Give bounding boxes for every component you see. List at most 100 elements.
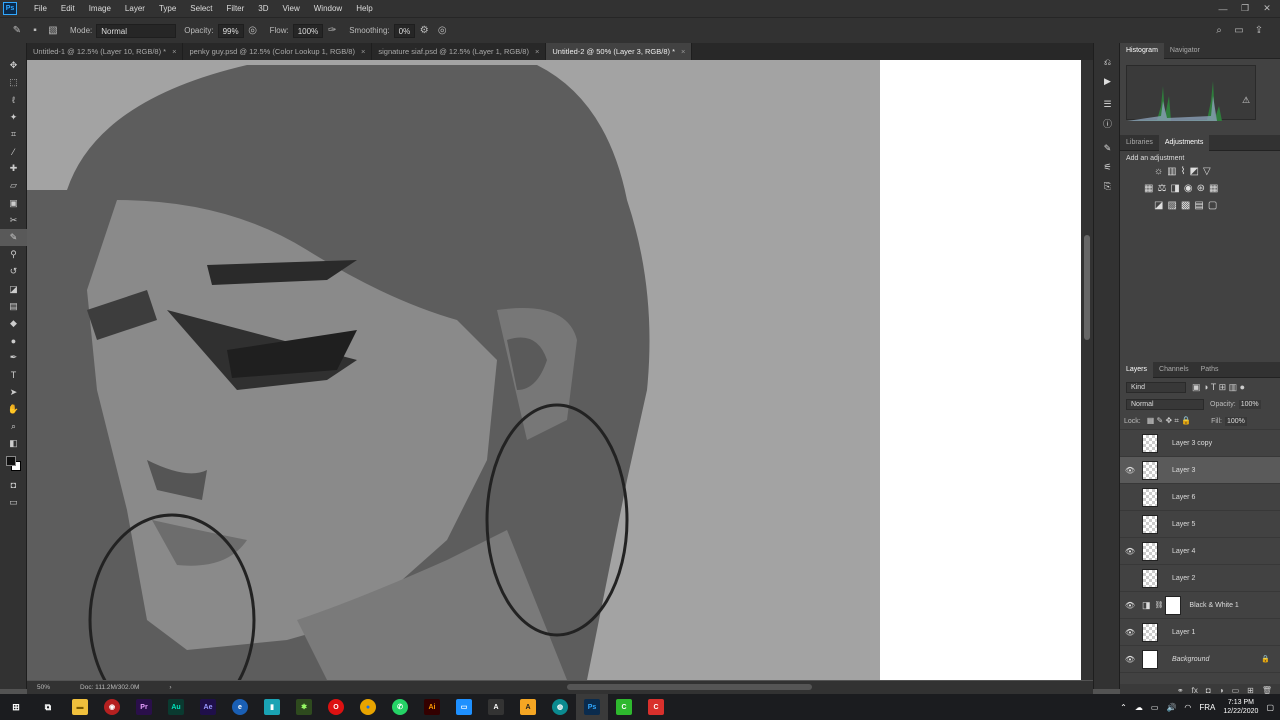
whatsapp-icon[interactable]: ✆ <box>384 694 416 720</box>
layer-row[interactable]: Layer 3 copy <box>1120 430 1280 457</box>
gradient-map-icon[interactable]: ▤ <box>1194 200 1203 211</box>
quick-mask-icon[interactable]: ◘ <box>0 476 27 493</box>
task-view-icon[interactable]: ⧉ <box>32 694 64 720</box>
close-icon[interactable]: × <box>681 47 685 56</box>
close-icon[interactable]: ✕ <box>1256 0 1278 17</box>
app-red-circle-icon[interactable]: ◉ <box>96 694 128 720</box>
layer-row[interactable]: 👁 ◨ ⛓ Black & White 1 <box>1120 592 1280 619</box>
lasso-tool-icon[interactable]: ℓ <box>0 91 27 108</box>
zoom-tool-icon[interactable]: ⌕ <box>0 418 27 435</box>
info-icon[interactable]: ⓘ <box>1094 114 1121 133</box>
edge-icon[interactable]: e <box>224 694 256 720</box>
layer-filter-kind[interactable]: Kind <box>1126 381 1186 393</box>
app-orange-icon[interactable]: A <box>512 694 544 720</box>
clock[interactable]: 7:13 PM 12/22/2020 <box>1223 698 1258 716</box>
screen-mode-icon[interactable]: ▭ <box>0 494 27 511</box>
brush-size-icon[interactable]: ▪ <box>26 22 44 40</box>
tab-histogram[interactable]: Histogram <box>1120 42 1164 59</box>
invert-icon[interactable]: ◪ <box>1154 200 1163 211</box>
gradient-tool-icon[interactable]: ▤ <box>0 298 27 315</box>
app-game-icon[interactable]: ✱ <box>288 694 320 720</box>
dodge-tool-icon[interactable]: ● <box>0 332 27 349</box>
flow-field[interactable]: 100% <box>292 23 324 38</box>
tool-presets-icon[interactable]: ⎘ <box>1094 177 1121 196</box>
menu-help[interactable]: Help <box>349 0 379 17</box>
hand-tool-icon[interactable]: ✋ <box>0 401 27 418</box>
channel-mixer-icon[interactable]: ⊛ <box>1197 183 1205 194</box>
brush-settings-icon[interactable]: ⚟ <box>1094 158 1121 177</box>
color-balance-icon[interactable]: ⚖ <box>1157 183 1166 194</box>
warning-icon[interactable]: ⚠ <box>1242 95 1250 106</box>
app-green-icon[interactable]: C <box>608 694 640 720</box>
pressure-opacity-icon[interactable]: ◎ <box>244 22 262 40</box>
tab-adjustments[interactable]: Adjustments <box>1158 134 1210 151</box>
illustrator-icon[interactable]: Ai <box>416 694 448 720</box>
layer-row[interactable]: 👁 Layer 4 <box>1120 538 1280 565</box>
path-select-tool-icon[interactable]: ➤ <box>0 384 27 401</box>
actions-icon[interactable]: ▶ <box>1094 72 1121 91</box>
pen-tool-icon[interactable]: ✒ <box>0 349 27 366</box>
tray-chevron-icon[interactable]: ⌃ <box>1120 703 1127 712</box>
close-icon[interactable]: × <box>361 47 365 56</box>
menu-file[interactable]: File <box>27 0 54 17</box>
menu-filter[interactable]: Filter <box>220 0 252 17</box>
type-tool-icon[interactable]: T <box>0 366 27 383</box>
menu-layer[interactable]: Layer <box>118 0 152 17</box>
network-icon[interactable]: ▭ <box>1151 703 1159 712</box>
close-icon[interactable]: × <box>535 47 539 56</box>
hue-saturation-icon[interactable]: ▦ <box>1144 183 1153 194</box>
cloud-icon[interactable]: ☁ <box>1135 703 1143 712</box>
tab-layers[interactable]: Layers <box>1120 361 1154 378</box>
posterize-icon[interactable]: ▨ <box>1167 200 1176 211</box>
color-swatches[interactable] <box>0 452 27 476</box>
layer-row[interactable]: 👁 Layer 3 <box>1120 457 1280 484</box>
app-blue-icon[interactable]: ▭ <box>448 694 480 720</box>
selective-color-icon[interactable]: ▢ <box>1208 200 1217 211</box>
brush-preset-icon[interactable]: ✎ <box>8 22 26 40</box>
audition-icon[interactable]: Au <box>160 694 192 720</box>
premiere-icon[interactable]: Pr <box>128 694 160 720</box>
app-red-icon[interactable]: C <box>640 694 672 720</box>
edge-new-icon[interactable]: ◍ <box>544 694 576 720</box>
default-colors-icon[interactable]: ◧ <box>0 435 27 452</box>
doc-tab[interactable]: Untitled-1 @ 12.5% (Layer 10, RGB/8) * × <box>27 43 184 60</box>
chrome-icon[interactable]: ● <box>352 694 384 720</box>
color-lookup-icon[interactable]: ▦ <box>1209 183 1218 194</box>
menu-select[interactable]: Select <box>183 0 219 17</box>
doc-size[interactable]: Doc: 111.2M/302.0M <box>80 684 139 691</box>
eye-icon[interactable]: 👁 <box>1120 547 1140 556</box>
fill-field[interactable]: 100% <box>1224 416 1247 426</box>
layer-row[interactable]: Layer 6 <box>1120 484 1280 511</box>
layer-opacity-field[interactable]: 100% <box>1238 400 1261 409</box>
smoothing-field[interactable]: 0% <box>393 23 416 38</box>
horizontal-scrollbar[interactable] <box>567 684 812 690</box>
curves-icon[interactable]: ⌇ <box>1181 166 1186 177</box>
menu-window[interactable]: Window <box>307 0 349 17</box>
brushes-icon[interactable]: ✎ <box>1094 139 1121 158</box>
vibrance-icon[interactable]: ▽ <box>1203 166 1211 177</box>
photoshop-taskbar-icon[interactable]: Ps <box>576 694 608 720</box>
brightness-icon[interactable]: ☼ <box>1154 166 1163 177</box>
zoom-level[interactable]: 50% <box>37 684 50 691</box>
eraser2-tool-icon[interactable]: ◪ <box>0 280 27 297</box>
layer-row[interactable]: 👁 Layer 1 <box>1120 619 1280 646</box>
brush-tool-icon[interactable]: ✎ <box>0 228 27 247</box>
marquee-tool-icon[interactable]: ⬚ <box>0 74 27 91</box>
opera-icon[interactable]: O <box>320 694 352 720</box>
scissors-tool-icon[interactable]: ✂ <box>0 212 27 229</box>
autocad-icon[interactable]: A <box>480 694 512 720</box>
file-explorer-icon[interactable]: ▬ <box>64 694 96 720</box>
eye-icon[interactable]: 👁 <box>1120 628 1140 637</box>
move-tool-icon[interactable]: ✥ <box>0 57 27 74</box>
eraser-tool-icon[interactable]: ▱ <box>0 177 27 194</box>
restore-icon[interactable]: ❐ <box>1234 0 1256 17</box>
tab-libraries[interactable]: Libraries <box>1120 135 1159 151</box>
crop-tool-icon[interactable]: ⌗ <box>0 126 27 143</box>
history-icon[interactable]: ⎌ <box>1094 53 1121 72</box>
doc-tab-active[interactable]: Untitled-2 @ 50% (Layer 3, RGB/8) * × <box>546 43 693 60</box>
app-teal-icon[interactable]: ▮ <box>256 694 288 720</box>
menu-type[interactable]: Type <box>152 0 183 17</box>
wifi-icon[interactable]: ◠ <box>1184 703 1191 712</box>
tab-channels[interactable]: Channels <box>1153 362 1195 378</box>
history-brush-tool-icon[interactable]: ↺ <box>0 263 27 280</box>
